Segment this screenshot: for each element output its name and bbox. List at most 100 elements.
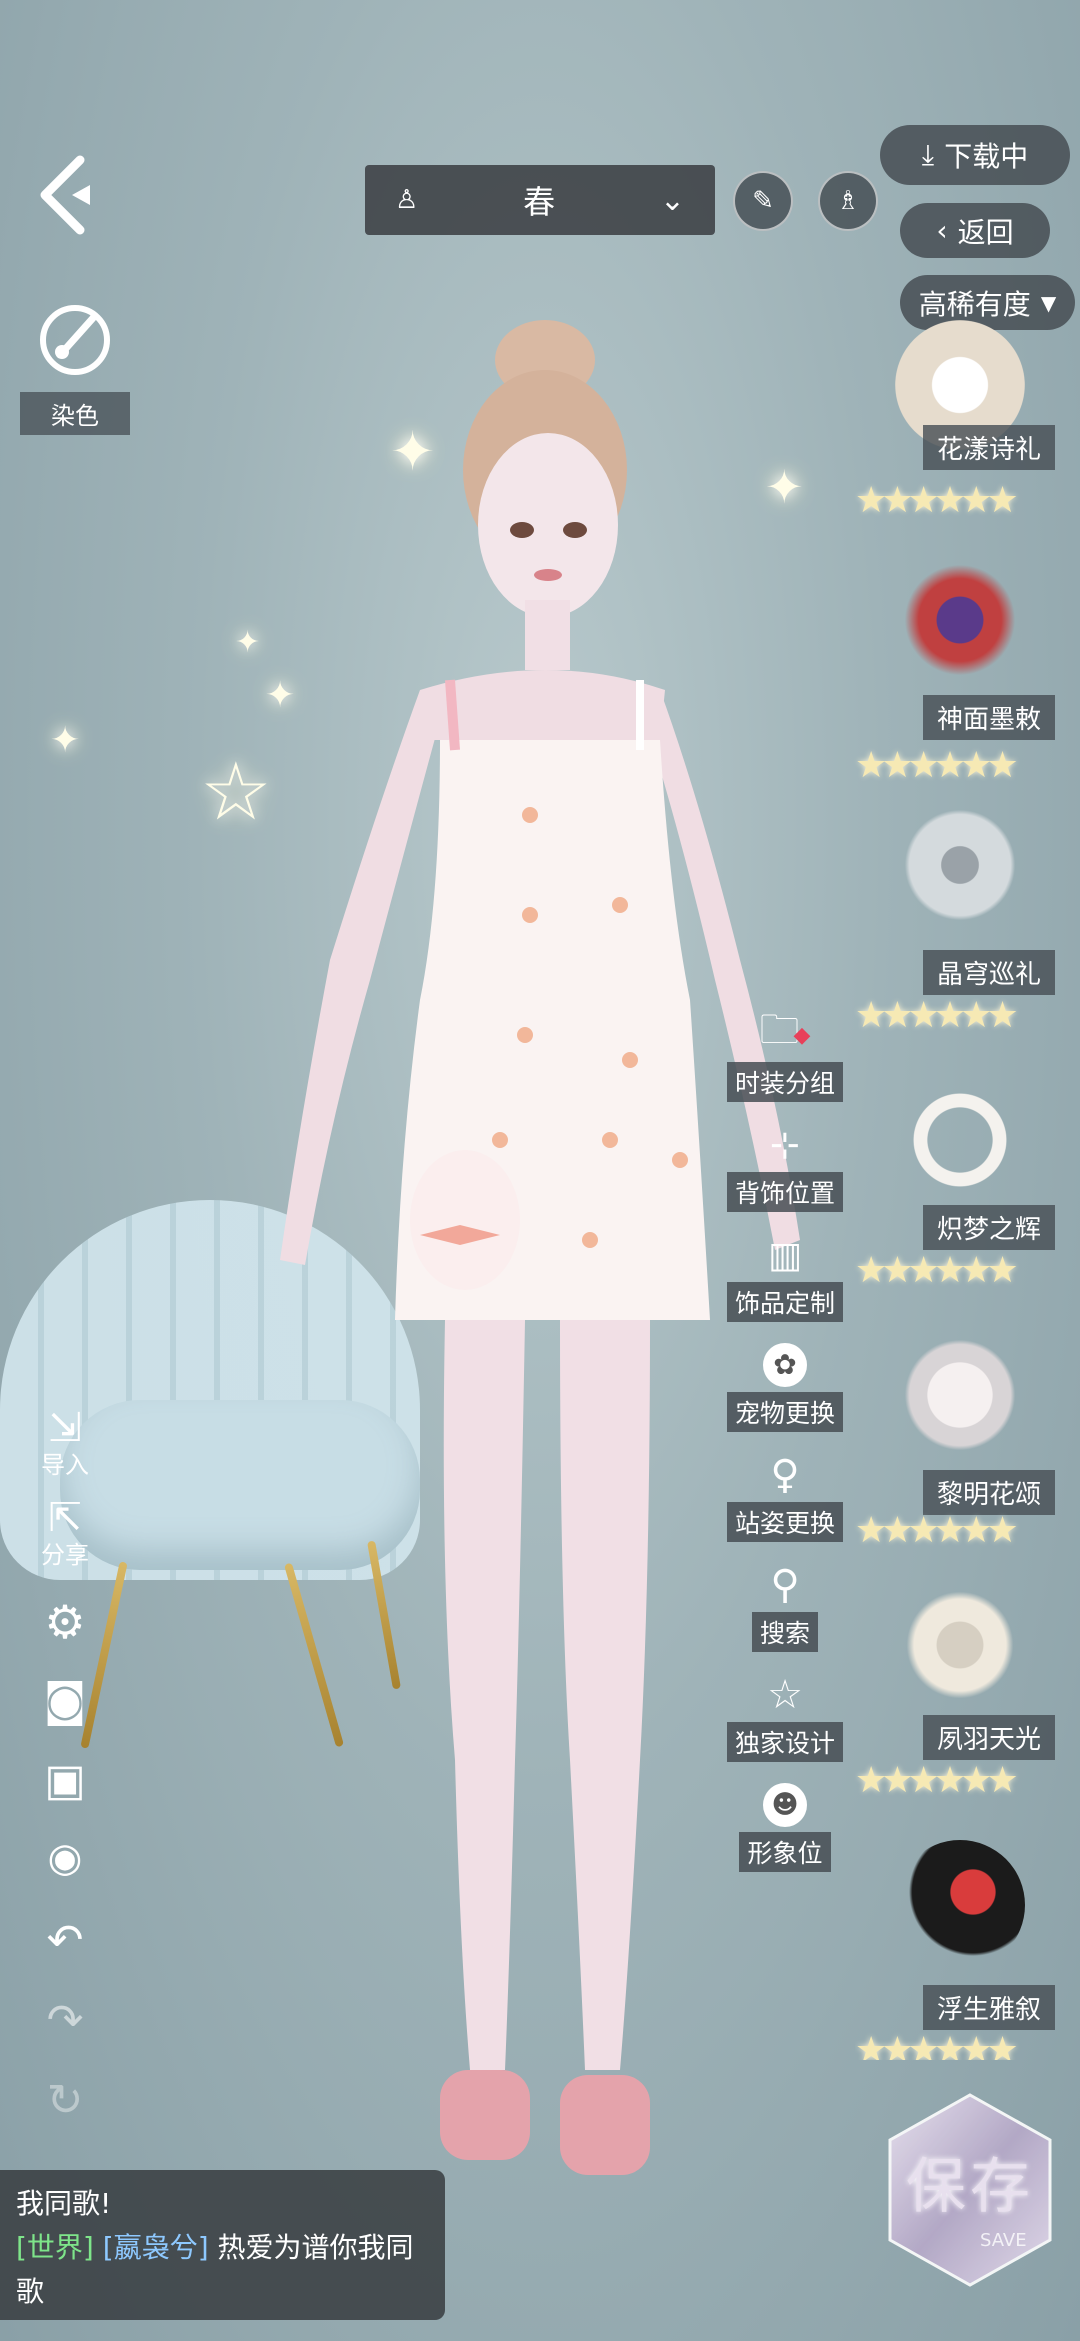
dress-icon: ♗ <box>836 186 860 216</box>
accessory-item[interactable]: 炽梦之辉 ★★★★★★ <box>855 1075 1065 1305</box>
image-icon: ▣ <box>44 1755 86 1806</box>
undo-icon: ↶ <box>46 1915 84 1966</box>
sort-label: 高稀有度 <box>918 287 1031 321</box>
chat-line: 我同歌! <box>16 2187 112 2220</box>
image-slot-label: 形象位 <box>739 1832 831 1872</box>
new-badge-icon: ◆ <box>793 1022 811 1048</box>
dye-label: 染色 <box>20 392 130 435</box>
chat-line: 歌 <box>16 2275 45 2308</box>
chevron-left-icon: ‹ <box>936 214 948 247</box>
chat-line: [世界] [嬴袅兮] 热爱为谱你我同 <box>16 2226 429 2270</box>
accessory-item[interactable]: 花漾诗礼 ★★★★★★ <box>855 320 1065 560</box>
accessory-name: 晶穹巡礼 <box>922 950 1055 995</box>
rarity-stars: ★★★★★★ <box>855 480 1019 521</box>
outfit-button[interactable]: ♗ <box>818 171 878 231</box>
back-accessory-position-button[interactable]: ⊹ 背饰位置 <box>725 1120 845 1212</box>
undo-button[interactable]: ↶ <box>30 1915 100 1966</box>
accessory-item[interactable]: 神面墨敕 ★★★★★★ <box>855 555 1065 786</box>
save-sublabel: SAVE <box>980 2230 1027 2251</box>
accessory-name: 花漾诗礼 <box>922 425 1055 470</box>
rarity-stars: ★★★★★★ <box>855 1760 1019 1801</box>
accessory-thumbnail <box>895 1840 1025 1970</box>
chair-leg <box>283 1562 345 1748</box>
sparkle-star: ☆ <box>200 745 272 838</box>
chevron-down-icon: ⌄ <box>659 182 685 218</box>
rarity-stars: ★★★★★★ <box>855 1250 1019 1291</box>
accessory-item[interactable]: 黎明花颂 ★★★★★★ <box>855 1330 1065 1560</box>
bag-icon: ▥ <box>767 1234 802 1276</box>
camera-icon: ◙ <box>43 1675 87 1726</box>
accessory-thumbnail <box>895 1580 1025 1710</box>
pet-change-label: 宠物更换 <box>726 1392 843 1432</box>
visibility-button[interactable]: ◉ <box>30 1835 100 1881</box>
return-label: 返回 <box>957 215 1014 249</box>
pet-change-button[interactable]: ✿ 宠物更换 <box>725 1340 845 1432</box>
share-label: 分享 <box>41 1541 89 1569</box>
dye-button[interactable]: 染色 <box>20 300 130 435</box>
sparkle-star: ✦ <box>50 720 81 761</box>
portrait-icon: ☻ <box>763 1783 807 1827</box>
chair-seat <box>60 1400 420 1570</box>
sparkle-star: ✦ <box>390 420 436 483</box>
accessory-item[interactable]: 夙羽天光 ★★★★★★ <box>855 1580 1065 1810</box>
sort-dropdown[interactable]: 高稀有度 ▼ <box>900 275 1075 330</box>
refresh-icon: ↻ <box>46 2075 84 2126</box>
rarity-stars: ★★★★★★ <box>855 1510 1019 1551</box>
paw-icon: ✿ <box>763 1343 807 1387</box>
accessory-custom-label: 饰品定制 <box>726 1282 843 1322</box>
star-icon: ☆ <box>767 1672 803 1718</box>
chat-username[interactable]: [嬴袅兮] <box>103 2231 209 2264</box>
pose-change-label: 站姿更换 <box>726 1502 843 1542</box>
fashion-group-label: 时装分组 <box>726 1062 843 1102</box>
sparkle-star: ✦ <box>235 625 261 660</box>
outfit-name: 春 <box>523 183 556 221</box>
dress-icon: ♙ <box>395 185 419 215</box>
search-button[interactable]: ⚲ 搜索 <box>725 1560 845 1652</box>
outfit-selector[interactable]: ♙ 春 ⌄ <box>365 165 715 235</box>
chat-message: 热爱为谱你我同 <box>217 2231 414 2264</box>
gear-icon: ⚙ <box>44 1595 86 1649</box>
image-slot-button[interactable]: ☻ 形象位 <box>725 1780 845 1872</box>
gallery-button[interactable]: ▣ <box>30 1755 100 1806</box>
accessory-custom-button[interactable]: ▥ 饰品定制 <box>725 1230 845 1322</box>
person-icon: ♀ <box>770 1452 800 1498</box>
import-button[interactable]: ⇲ 导入 <box>30 1405 100 1480</box>
chat-channel: [世界] <box>16 2231 94 2264</box>
back-arrow-button[interactable] <box>30 150 110 240</box>
search-icon: ⚲ <box>770 1562 800 1608</box>
back-arrow-icon <box>40 155 90 235</box>
exclusive-design-label: 独家设计 <box>726 1722 843 1762</box>
rarity-stars: ★★★★★★ <box>855 745 1019 786</box>
exclusive-design-button[interactable]: ☆ 独家设计 <box>725 1670 845 1762</box>
download-label: 下载中 <box>944 140 1029 173</box>
accessory-thumbnail <box>895 800 1025 930</box>
chat-box[interactable]: 我同歌! [世界] [嬴袅兮] 热爱为谱你我同 歌 <box>0 2170 445 2320</box>
back-accessory-icon: ⊹ <box>769 1124 801 1166</box>
reset-button[interactable]: ↻ <box>30 2075 100 2126</box>
accessory-thumbnail <box>895 1330 1025 1460</box>
download-icon: ⤓ <box>921 138 935 171</box>
share-button[interactable]: ⇱ 分享 <box>30 1495 100 1570</box>
save-button[interactable]: 保存 SAVE <box>880 2090 1060 2290</box>
accessory-item[interactable]: 晶穹巡礼 ★★★★★★ <box>855 800 1065 1036</box>
redo-button[interactable]: ↷ <box>30 1995 100 2046</box>
caret-down-icon: ▼ <box>1040 290 1057 315</box>
settings-button[interactable]: ⚙ <box>30 1595 100 1649</box>
accessory-item[interactable]: 浮生雅叙 ★★★★★★ <box>855 1840 1065 2070</box>
save-label: 保存 <box>906 2152 1034 2222</box>
return-button[interactable]: ‹ 返回 <box>900 203 1050 258</box>
camera-button[interactable]: ◙ <box>30 1675 100 1726</box>
pose-change-button[interactable]: ♀ 站姿更换 <box>725 1450 845 1542</box>
redo-icon: ↷ <box>46 1995 84 2046</box>
eye-icon: ◉ <box>47 1835 83 1881</box>
dye-icon <box>40 305 110 375</box>
rarity-stars: ★★★★★★ <box>855 2030 1019 2060</box>
search-label: 搜索 <box>751 1612 818 1652</box>
fashion-group-button[interactable]: 🗀 ◆ 时装分组 <box>725 1007 845 1102</box>
brush-icon: ✎ <box>752 186 774 216</box>
accessory-thumbnail <box>895 555 1025 685</box>
edit-button[interactable]: ✎ <box>733 171 793 231</box>
download-button[interactable]: ⤓ 下载中 <box>880 125 1070 185</box>
import-label: 导入 <box>41 1451 89 1479</box>
accessory-thumbnail <box>895 1075 1025 1205</box>
